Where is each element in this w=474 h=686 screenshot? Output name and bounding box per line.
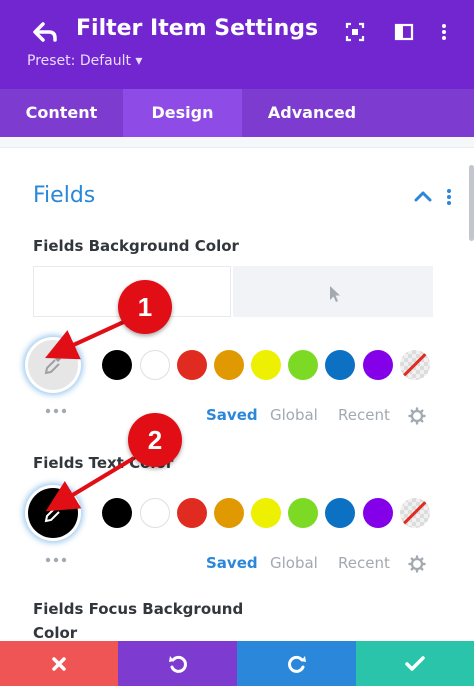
annotation-badge-2: 2: [128, 413, 182, 467]
more-dots-icon[interactable]: [44, 557, 68, 563]
section-title-fields[interactable]: Fields: [33, 183, 95, 208]
swatch-transparent[interactable]: [400, 350, 430, 380]
fields-focus-background-color-label: Fields Focus Background: [33, 600, 244, 618]
gear-icon[interactable]: [408, 407, 426, 425]
cancel-button[interactable]: [0, 641, 118, 686]
palette-tab-global[interactable]: Global: [270, 554, 318, 572]
fields-background-color-label: Fields Background Color: [33, 237, 239, 255]
mouse-cursor-icon: [330, 286, 340, 302]
palette-tab-saved[interactable]: Saved: [206, 406, 258, 424]
section-options-icon[interactable]: [446, 188, 452, 206]
swatch-yellow[interactable]: [251, 498, 281, 528]
swatch-green[interactable]: [288, 350, 318, 380]
annotation-badge-1: 1: [118, 280, 172, 334]
swatch-black[interactable]: [102, 350, 132, 380]
swatch-blue[interactable]: [325, 498, 355, 528]
back-arrow-icon[interactable]: [33, 22, 59, 42]
swatch-red[interactable]: [177, 350, 207, 380]
swatch-white[interactable]: [140, 498, 170, 528]
more-dots-icon[interactable]: [44, 408, 68, 414]
swatch-red[interactable]: [177, 498, 207, 528]
tab-design[interactable]: Design: [123, 89, 242, 137]
chevron-up-icon[interactable]: [414, 190, 432, 202]
undo-button[interactable]: [118, 641, 237, 686]
close-icon: [52, 656, 66, 671]
focus-frame-icon[interactable]: [345, 22, 365, 42]
action-footer: [0, 641, 474, 686]
save-button[interactable]: [356, 641, 474, 686]
eyedropper-icon: [44, 356, 61, 375]
panel-title: Filter Item Settings: [76, 16, 319, 41]
scrollbar-thumb[interactable]: [469, 165, 474, 241]
gear-icon[interactable]: [408, 555, 426, 573]
tab-advanced[interactable]: Advanced: [242, 89, 382, 137]
redo-icon: [287, 655, 306, 673]
color-picker-button[interactable]: [28, 340, 78, 390]
preset-dropdown[interactable]: Preset: Default ▾: [27, 53, 142, 69]
check-icon: [405, 655, 425, 671]
swatch-purple[interactable]: [363, 350, 393, 380]
fields-focus-background-color-label-line2: Color: [33, 624, 78, 642]
swatch-orange[interactable]: [214, 350, 244, 380]
content-divider: [0, 137, 474, 148]
palette-tab-global[interactable]: Global: [270, 406, 318, 424]
palette-tab-saved[interactable]: Saved: [206, 554, 258, 572]
eyedropper-icon: [44, 504, 61, 523]
swatch-yellow[interactable]: [251, 350, 281, 380]
swatch-purple[interactable]: [363, 498, 393, 528]
settings-header: Filter Item Settings Preset: Default ▾: [0, 0, 474, 89]
swatch-green[interactable]: [288, 498, 318, 528]
swatch-orange[interactable]: [214, 498, 244, 528]
undo-icon: [168, 655, 187, 673]
swatch-white[interactable]: [140, 350, 170, 380]
palette-tab-recent[interactable]: Recent: [338, 406, 390, 424]
split-view-icon[interactable]: [394, 22, 414, 42]
vertical-dots-icon[interactable]: [434, 22, 454, 42]
tab-content[interactable]: Content: [0, 89, 123, 137]
swatch-transparent[interactable]: [400, 498, 430, 528]
palette-tab-recent[interactable]: Recent: [338, 554, 390, 572]
settings-tabs: Content Design Advanced: [0, 89, 474, 137]
color-picker-button-text[interactable]: [28, 488, 78, 538]
swatch-blue[interactable]: [325, 350, 355, 380]
swatch-black[interactable]: [102, 498, 132, 528]
redo-button[interactable]: [237, 641, 356, 686]
